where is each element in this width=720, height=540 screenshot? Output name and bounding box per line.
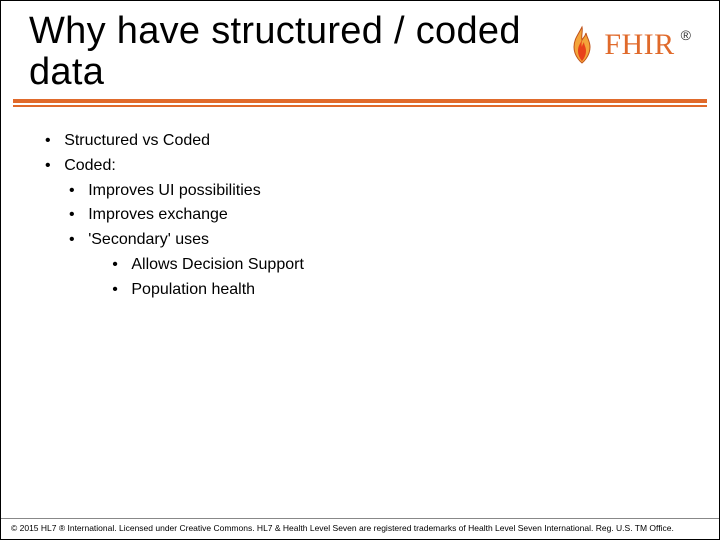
list-item: 'Secondary' uses bbox=[88, 228, 679, 253]
fhir-logo: FHIR ® bbox=[566, 11, 691, 65]
slide-header: Why have structured / coded data FHIR ® bbox=[1, 1, 719, 99]
header-divider bbox=[13, 99, 707, 107]
flame-icon bbox=[566, 25, 598, 65]
slide-footer: © 2015 HL7 ® International. Licensed und… bbox=[1, 518, 719, 539]
list-item: Improves exchange bbox=[88, 203, 679, 228]
list-item: Structured vs Coded bbox=[64, 129, 679, 154]
slide: Why have structured / coded data FHIR ® … bbox=[0, 0, 720, 540]
list-item: Coded: bbox=[64, 154, 679, 179]
registered-mark: ® bbox=[681, 27, 691, 43]
slide-title: Why have structured / coded data bbox=[29, 11, 566, 93]
slide-body: Structured vs Coded Coded: Improves UI p… bbox=[1, 107, 719, 518]
list-item: Population health bbox=[131, 278, 679, 303]
list-item: Improves UI possibilities bbox=[88, 179, 679, 204]
list-item: Allows Decision Support bbox=[131, 253, 679, 278]
fhir-logo-text: FHIR bbox=[604, 28, 674, 62]
